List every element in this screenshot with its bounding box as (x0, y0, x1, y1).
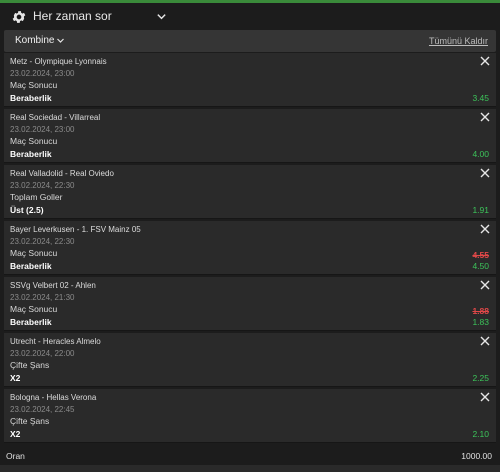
bet-type-label[interactable]: Kombine (15, 35, 54, 46)
clear-all-link[interactable]: Tümünü Kaldır (429, 36, 488, 46)
match-name: Real Valladolid - Real Oviedo (10, 169, 114, 178)
market-name: Çifte Şans (10, 360, 50, 370)
total-odds-row: Oran 1000.00 (0, 447, 500, 465)
market-name: Toplam Goller (10, 192, 63, 202)
odds-value: 2.10 (472, 429, 489, 439)
odds-value: 4.50 (472, 261, 489, 271)
match-name: Bologna - Hellas Verona (10, 393, 97, 402)
match-date: 23.02.2024, 23:00 (10, 125, 75, 134)
selection-item: Real Valladolid - Real Oviedo 23.02.2024… (4, 165, 496, 219)
close-icon[interactable] (480, 56, 490, 66)
match-date: 23.02.2024, 23:00 (10, 69, 75, 78)
odds-value: 3.45 (472, 93, 489, 103)
odds-value: 1.83 (472, 317, 489, 327)
match-date: 23.02.2024, 22:00 (10, 349, 75, 358)
selection-item: Bayer Leverkusen - 1. FSV Mainz 05 23.02… (4, 221, 496, 275)
selection-item: Utrecht - Heracles Almelo 23.02.2024, 22… (4, 333, 496, 387)
selection-pick: Beraberlik (10, 261, 52, 271)
close-icon[interactable] (480, 112, 490, 122)
selection-pick: Beraberlik (10, 93, 52, 103)
close-icon[interactable] (480, 224, 490, 234)
selection-item: SSVg Velbert 02 - Ahlen 23.02.2024, 21:3… (4, 277, 496, 331)
close-icon[interactable] (480, 168, 490, 178)
close-icon[interactable] (480, 392, 490, 402)
odds-change-setting[interactable]: Her zaman sor (0, 3, 500, 30)
match-date: 23.02.2024, 22:45 (10, 405, 75, 414)
previous-odds-value: 1.88 (472, 306, 489, 316)
odds-change-label: Her zaman sor (33, 9, 112, 23)
match-name: Real Sociedad - Villarreal (10, 113, 101, 122)
match-name: SSVg Velbert 02 - Ahlen (10, 281, 96, 290)
match-name: Bayer Leverkusen - 1. FSV Mainz 05 (10, 225, 141, 234)
selection-item: Metz - Olympique Lyonnais 23.02.2024, 23… (4, 53, 496, 107)
selection-item: Real Sociedad - Villarreal 23.02.2024, 2… (4, 109, 496, 163)
total-odds-label: Oran (6, 451, 25, 461)
selection-pick: X2 (10, 429, 21, 439)
market-name: Maç Sonucu (10, 136, 58, 146)
selection-pick: Beraberlik (10, 149, 52, 159)
market-name: Maç Sonucu (10, 248, 58, 258)
odds-value: 1.91 (472, 205, 489, 215)
match-name: Utrecht - Heracles Almelo (10, 337, 101, 346)
selection-pick: Üst (2.5) (10, 205, 44, 215)
close-icon[interactable] (480, 280, 490, 290)
gear-icon (12, 11, 26, 23)
bet-type-bar: Kombine Tümünü Kaldır (4, 30, 496, 52)
bottom-panel-edge (0, 465, 500, 472)
previous-odds-value: 4.55 (472, 250, 489, 260)
match-date: 23.02.2024, 22:30 (10, 181, 75, 190)
close-icon[interactable] (480, 336, 490, 346)
chevron-down-icon[interactable] (156, 11, 167, 22)
chevron-down-icon[interactable] (56, 36, 65, 45)
match-date: 23.02.2024, 22:30 (10, 237, 75, 246)
odds-value: 4.00 (472, 149, 489, 159)
market-name: Maç Sonucu (10, 80, 58, 90)
selection-list: Metz - Olympique Lyonnais 23.02.2024, 23… (4, 53, 496, 445)
total-odds-value: 1000.00 (461, 451, 492, 461)
market-name: Çifte Şans (10, 416, 50, 426)
odds-value: 2.25 (472, 373, 489, 383)
match-name: Metz - Olympique Lyonnais (10, 57, 107, 66)
market-name: Maç Sonucu (10, 304, 58, 314)
match-date: 23.02.2024, 21:30 (10, 293, 75, 302)
selection-pick: Beraberlik (10, 317, 52, 327)
selection-item: Bologna - Hellas Verona 23.02.2024, 22:4… (4, 389, 496, 443)
selection-pick: X2 (10, 373, 21, 383)
